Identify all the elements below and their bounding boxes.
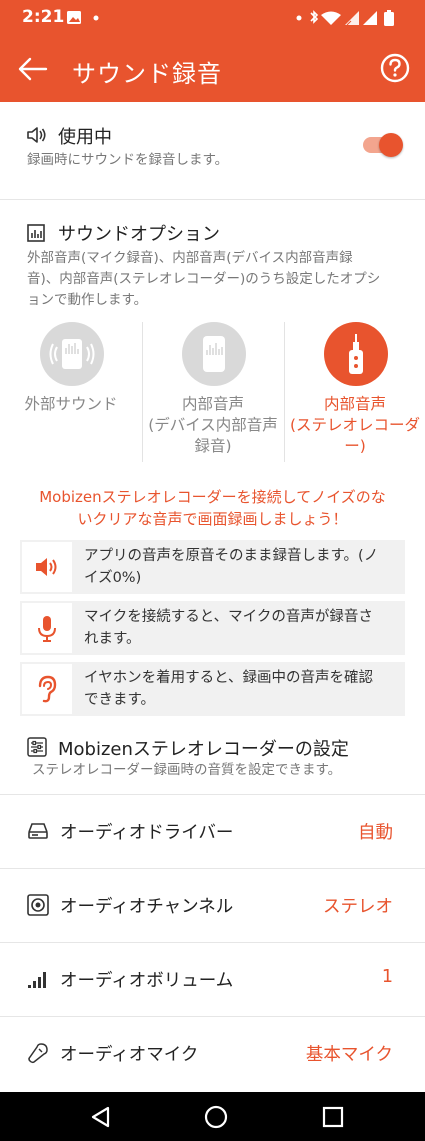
battery-icon <box>384 10 394 26</box>
setting-row-audio-driver[interactable]: オーディオドライバー 自動 <box>0 794 425 868</box>
external-sound-icon <box>40 322 104 386</box>
feature-icon-box <box>22 542 72 592</box>
feature-line: イヤホンを着用すると、録画中の音声を確認 <box>84 670 373 686</box>
speaker-outline-icon <box>27 127 46 143</box>
feature-line: マイクを接続すると、マイクの音声が録音さ <box>84 609 373 625</box>
stereo-recorder-icon <box>324 322 388 386</box>
use-subtitle: 録画時にサウンドを録音します。 <box>27 152 229 168</box>
feature-line: できます。 <box>84 692 156 708</box>
app-bar: サウンド録音 <box>0 36 425 102</box>
help-icon <box>380 53 410 83</box>
option-external-sound[interactable]: 外部サウンド <box>0 322 142 462</box>
option-label: (デバイス内部音声 <box>148 416 278 434</box>
signal-icon <box>363 11 377 25</box>
settings-sliders-icon <box>27 737 47 757</box>
microphone-icon <box>38 616 56 642</box>
feature-line: れます。 <box>84 631 141 647</box>
feature-line: アプリの音声を原音そのまま録音します。(ノ <box>84 548 379 564</box>
recents-square-icon[interactable] <box>322 1106 344 1128</box>
back-triangle-icon[interactable] <box>89 1105 111 1129</box>
volume-bars-icon <box>28 972 46 988</box>
speaker-box-icon <box>27 894 49 916</box>
help-button[interactable] <box>379 52 411 84</box>
feature-item: イヤホンを着用すると、録画中の音声を確認 できます。 <box>20 662 405 716</box>
feature-text: アプリの音声を原音そのまま録音します。(ノ イズ0%) <box>84 545 396 589</box>
option-stereo-recorder[interactable]: 内部音声 (ステレオレコーダ ー) <box>284 322 425 462</box>
toggle-knob <box>379 133 403 157</box>
promo-line: Mobizenステレオレコーダーを接続してノイズのな <box>39 488 386 506</box>
signal-icon <box>345 11 359 26</box>
feature-icon-box <box>22 603 72 653</box>
setting-row-audio-volume[interactable]: オーディオボリューム 1 <box>0 942 425 1016</box>
image-icon <box>67 11 81 24</box>
setting-label: オーディオドライバー <box>60 823 234 843</box>
setting-value: ステレオ <box>323 897 393 917</box>
option-label: 内部音声 <box>181 395 244 413</box>
promo-text: Mobizenステレオレコーダーを接続してノイズのな いクリアな音声で画面録画し… <box>20 486 405 530</box>
dot-icon <box>296 15 302 21</box>
setting-label: オーディオボリューム <box>60 971 234 991</box>
feature-item: マイクを接続すると、マイクの音声が録音さ れます。 <box>20 601 405 655</box>
status-left-icons <box>66 9 106 27</box>
feature-icon-box <box>22 664 72 714</box>
internal-device-icon <box>182 322 246 386</box>
option-label: 録音) <box>194 437 232 455</box>
setting-value: 1 <box>381 967 393 987</box>
setting-row-audio-channel[interactable]: オーディオチャンネル ステレオ <box>0 868 425 942</box>
speaker-icon <box>36 558 57 576</box>
feature-text: イヤホンを着用すると、録画中の音声を確認 できます。 <box>84 667 396 711</box>
sound-options-desc-3: ョンで動作します。 <box>27 292 148 308</box>
sound-options-title: サウンドオプション <box>58 224 220 245</box>
ear-icon <box>38 675 57 703</box>
setting-row-audio-mic[interactable]: オーディオマイク 基本マイク <box>0 1016 425 1090</box>
status-time: 2:21 <box>22 7 65 27</box>
feature-line: イズ0%) <box>84 570 142 586</box>
setting-value: 基本マイク <box>305 1045 393 1065</box>
arrow-left-icon <box>18 57 48 81</box>
sound-options-desc-1: 外部音声(マイク録音)、内部音声(デバイス内部音声録 <box>27 250 353 266</box>
wifi-icon <box>321 11 341 25</box>
option-label: (ステレオレコーダ <box>289 416 421 434</box>
setting-value: 自動 <box>358 823 393 843</box>
option-label: 内部音声 <box>323 395 386 413</box>
sound-options-desc-2: 音)、内部音声(ステレオレコーダー)のうち設定したオプシ <box>27 271 381 287</box>
option-internal-device[interactable]: 内部音声 (デバイス内部音声 録音) <box>142 322 284 462</box>
equalizer-icon <box>27 224 45 242</box>
stereo-settings-subtitle: ステレオレコーダー録画時の音質を設定できます。 <box>32 762 342 778</box>
option-label: ー) <box>344 437 366 455</box>
page-title: サウンド録音 <box>72 60 222 88</box>
home-circle-icon[interactable] <box>204 1105 228 1129</box>
option-label: 外部サウンド <box>24 395 118 413</box>
status-right-icons <box>295 9 405 27</box>
dot-icon <box>93 15 99 21</box>
setting-label: オーディオマイク <box>60 1045 199 1065</box>
use-toggle[interactable] <box>363 133 403 157</box>
stereo-settings-title: Mobizenステレオレコーダーの設定 <box>58 739 349 760</box>
feature-text: マイクを接続すると、マイクの音声が録音さ れます。 <box>84 606 396 650</box>
feature-item: アプリの音声を原音そのまま録音します。(ノ イズ0%) <box>20 540 405 594</box>
back-button[interactable] <box>14 50 52 88</box>
setting-label: オーディオチャンネル <box>60 897 234 917</box>
promo-line: いクリアな音声で画面録画しましょう！ <box>77 510 348 528</box>
navigation-bar <box>0 1092 425 1141</box>
microphone-outline-icon <box>28 1043 48 1064</box>
bluetooth-icon <box>310 10 319 24</box>
status-bar: 2:21 <box>0 0 425 36</box>
drive-icon <box>28 823 48 839</box>
use-title: 使用中 <box>58 127 112 148</box>
